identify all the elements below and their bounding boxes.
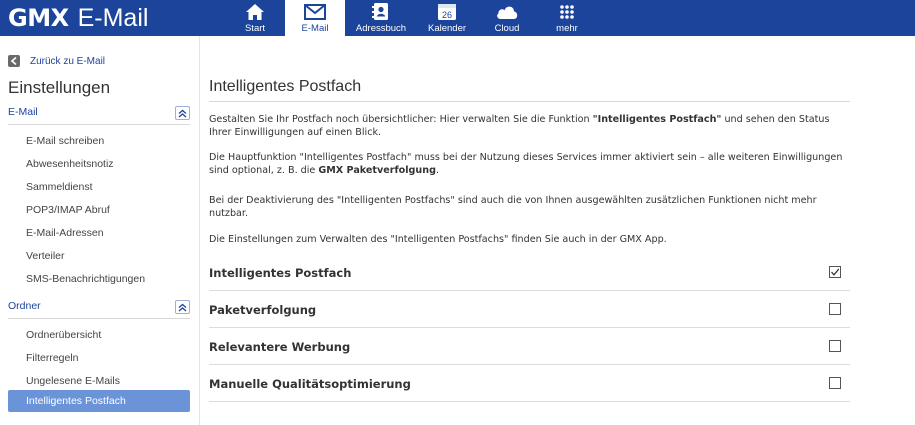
app-info-paragraph: Die Einstellungen zum Verwalten des "Int… (209, 234, 667, 245)
nav-mehr[interactable]: mehr (537, 0, 597, 36)
cloud-icon (495, 1, 519, 22)
checkbox-relevantere-werbung[interactable] (829, 340, 841, 352)
main-nav: Start E-Mail Adressbuch 26 Kalender Clou… (225, 0, 597, 36)
option-label: Intelligentes Postfach (209, 266, 352, 280)
nav-cloud[interactable]: Cloud (477, 0, 537, 36)
logo-brand: GMX (8, 4, 69, 32)
option-label: Manuelle Qualitätsoptimierung (209, 377, 411, 391)
option-intelligentes-postfach[interactable]: Intelligentes Postfach (209, 254, 850, 291)
nav-label: E-Mail (301, 23, 329, 34)
settings-sidebar: Zurück zu E-Mail Einstellungen E-Mail E-… (0, 36, 200, 425)
option-label: Paketverfolgung (209, 303, 317, 317)
double-chevron-up-icon (178, 303, 187, 311)
sidebar-title: Einstellungen (8, 78, 111, 97)
nav-start[interactable]: Start (225, 0, 285, 36)
section-name: Ordner (8, 300, 41, 312)
envelope-icon (304, 1, 326, 22)
option-qualitaetsoptimierung[interactable]: Manuelle Qualitätsoptimierung (209, 365, 850, 402)
sidebar-item-abwesenheitsnotiz[interactable]: Abwesenheitsnotiz (26, 158, 114, 170)
collapse-email-section-button[interactable] (175, 106, 190, 120)
back-label: Zurück zu E-Mail (30, 55, 106, 67)
collapse-ordner-section-button[interactable] (175, 300, 190, 314)
sidebar-item-verteiler[interactable]: Verteiler (26, 250, 65, 262)
option-relevantere-werbung[interactable]: Relevantere Werbung (209, 328, 850, 365)
nav-email[interactable]: E-Mail (285, 0, 345, 36)
nav-label: Adressbuch (355, 23, 407, 34)
logo-product: E-Mail (77, 3, 149, 32)
sidebar-item-email-schreiben[interactable]: E-Mail schreiben (26, 135, 104, 147)
title-divider (209, 101, 850, 102)
option-paketverfolgung[interactable]: Paketverfolgung (209, 291, 850, 328)
nav-label: mehr (556, 23, 578, 34)
sidebar-item-sms[interactable]: SMS-Benachrichtigungen (26, 273, 145, 285)
checkbox-paketverfolgung[interactable] (829, 303, 841, 315)
option-label: Relevantere Werbung (209, 340, 351, 354)
sidebar-item-email-adressen[interactable]: E-Mail-Adressen (26, 227, 104, 239)
sidebar-item-ungelesene[interactable]: Ungelesene E-Mails (26, 375, 120, 387)
sidebar-item-label: Intelligentes Postfach (26, 395, 126, 407)
sidebar-item-sammeldienst[interactable]: Sammeldienst (26, 181, 93, 193)
intro-paragraph: Gestalten Sie Ihr Postfach noch übersich… (209, 114, 830, 138)
back-to-email-link[interactable]: Zurück zu E-Mail (8, 55, 105, 67)
sidebar-item-pop3-imap[interactable]: POP3/IMAP Abruf (26, 204, 110, 216)
page-title: Intelligentes Postfach (209, 78, 362, 95)
gmx-logo[interactable]: GMX E-Mail (8, 2, 148, 34)
checkbox-intelligentes-postfach[interactable] (829, 266, 841, 278)
sidebar-item-ordneruebersicht[interactable]: Ordnerübersicht (26, 329, 101, 341)
chevron-left-icon (8, 55, 20, 67)
top-navigation-bar: GMX E-Mail Start E-Mail Adressbuch 26 Ka… (0, 0, 915, 36)
nav-kalender[interactable]: 26 Kalender (417, 0, 477, 36)
double-chevron-up-icon (178, 109, 187, 117)
section-email-header: E-Mail (8, 105, 190, 125)
main-function-paragraph: Die Hauptfunktion "Intelligentes Postfac… (209, 152, 843, 176)
calendar-day: 26 (442, 10, 452, 20)
checkbox-qualitaetsoptimierung[interactable] (829, 377, 841, 389)
nav-label: Cloud (494, 23, 520, 34)
calendar-icon: 26 (437, 1, 457, 22)
section-name: E-Mail (8, 106, 38, 118)
checkmark-icon (831, 268, 840, 276)
grid-dots-icon (559, 1, 575, 22)
home-icon (245, 1, 265, 22)
sidebar-item-filterregeln[interactable]: Filterregeln (26, 352, 79, 364)
nav-label: Start (244, 23, 266, 34)
section-ordner-header: Ordner (8, 299, 190, 319)
nav-label: Kalender (427, 23, 467, 34)
nav-adressbuch[interactable]: Adressbuch (345, 0, 417, 36)
address-book-icon (372, 1, 390, 22)
sidebar-item-intelligentes-postfach[interactable]: Intelligentes Postfach (8, 390, 190, 412)
deactivation-paragraph: Bei der Deaktivierung des "Intelligenten… (209, 195, 817, 219)
